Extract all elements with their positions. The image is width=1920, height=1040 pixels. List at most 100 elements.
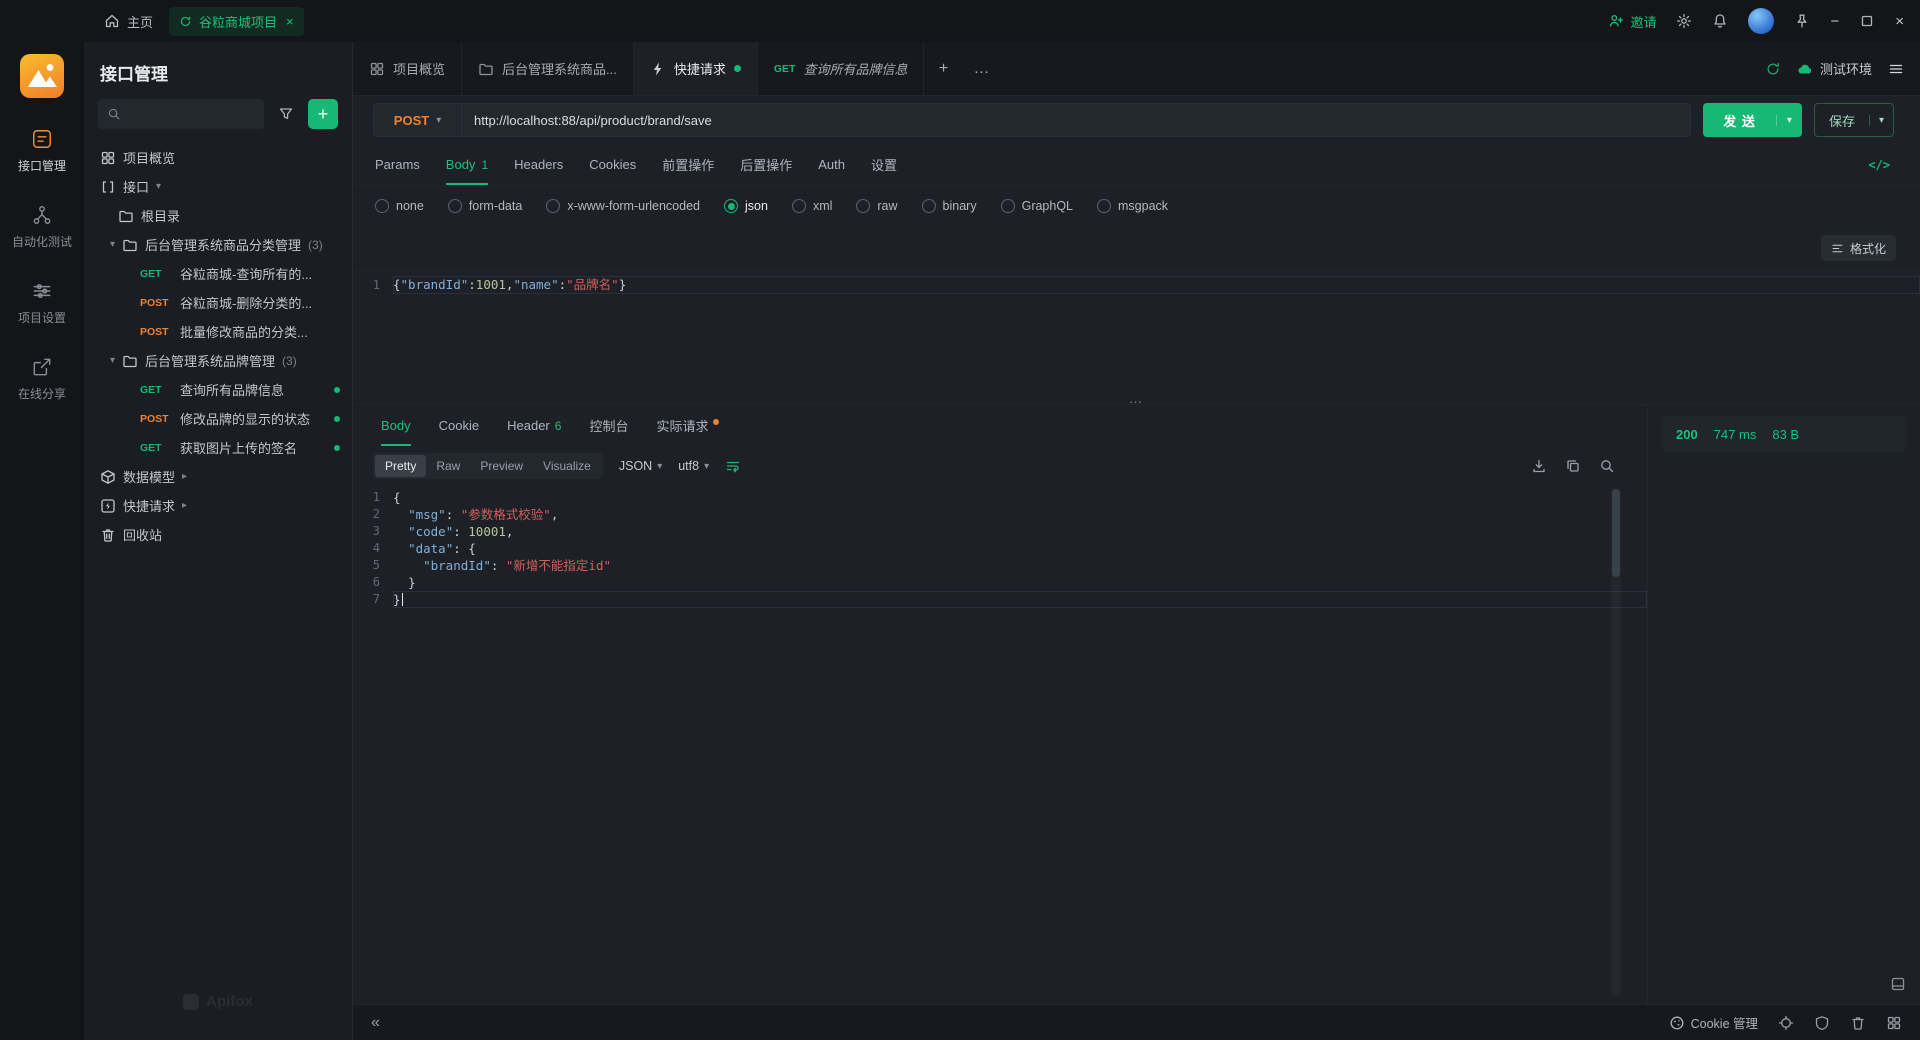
language-select[interactable]: JSON ▾ bbox=[619, 459, 662, 473]
automation-icon bbox=[31, 204, 53, 226]
bell-icon[interactable] bbox=[1712, 13, 1728, 29]
rail-item-automated-testing[interactable]: 自动化测试 bbox=[12, 204, 72, 250]
maximize-button[interactable] bbox=[1859, 13, 1875, 29]
body-type-json[interactable]: json bbox=[724, 199, 768, 213]
tree-endpoint[interactable]: POST 修改品牌的显示的状态 bbox=[84, 404, 352, 433]
rail-item-online-share[interactable]: 在线分享 bbox=[18, 356, 66, 402]
search-response-icon[interactable] bbox=[1599, 458, 1615, 474]
sidebar-item-recycle-bin[interactable]: 回收站 bbox=[84, 520, 352, 549]
search-input[interactable] bbox=[98, 99, 264, 129]
response-tab-header[interactable]: Header 6 bbox=[507, 405, 561, 446]
tab-params[interactable]: Params bbox=[375, 144, 420, 185]
invite-button[interactable]: 邀请 bbox=[1608, 12, 1656, 31]
view-mode-preview[interactable]: Preview bbox=[470, 455, 533, 477]
body-type-none[interactable]: none bbox=[375, 199, 424, 213]
body-type-form-data[interactable]: form-data bbox=[448, 199, 523, 213]
tab-auth[interactable]: Auth bbox=[818, 144, 845, 185]
apifox-logo[interactable] bbox=[20, 54, 64, 98]
scrollbar[interactable] bbox=[1611, 489, 1621, 996]
response-tab-cookie[interactable]: Cookie bbox=[439, 405, 479, 446]
tree-folder-brand-mgmt[interactable]: ▾ 后台管理系统品牌管理 (3) bbox=[84, 346, 352, 375]
body-type-raw[interactable]: raw bbox=[856, 199, 897, 213]
tree-endpoint[interactable]: POST 谷粒商城-删除分类的... bbox=[84, 288, 352, 317]
sidebar-section-api[interactable]: 接口 ▾ bbox=[84, 172, 352, 201]
gear-icon[interactable] bbox=[1676, 13, 1692, 29]
tree-endpoint[interactable]: GET 获取图片上传的签名 bbox=[84, 433, 352, 462]
scrollbar-thumb[interactable] bbox=[1612, 489, 1620, 577]
response-status: 200 747 ms 83 B bbox=[1662, 416, 1906, 452]
tab-folder-products[interactable]: 后台管理系统商品... bbox=[462, 42, 634, 95]
tab-body[interactable]: Body 1 bbox=[446, 144, 488, 185]
tree-folder-category-mgmt[interactable]: ▾ 后台管理系统商品分类管理 (3) bbox=[84, 230, 352, 259]
response-tab-body[interactable]: Body bbox=[381, 405, 411, 446]
target-icon[interactable] bbox=[1778, 1015, 1794, 1031]
body-type-urlencoded[interactable]: x-www-form-urlencoded bbox=[546, 199, 700, 213]
chevron-down-icon[interactable]: ▾ bbox=[1869, 115, 1893, 126]
sidebar-item-overview[interactable]: 项目概览 bbox=[84, 143, 352, 172]
tab-overflow-button[interactable]: … bbox=[962, 42, 1000, 95]
left-rail: 接口管理 自动化测试 项目设置 在线分享 bbox=[0, 42, 84, 1040]
tab-cookies[interactable]: Cookies bbox=[589, 144, 636, 185]
view-mode-visualize[interactable]: Visualize bbox=[533, 455, 601, 477]
body-type-binary[interactable]: binary bbox=[922, 199, 977, 213]
pin-icon[interactable] bbox=[1794, 13, 1810, 29]
titlebar-actions: 邀请 − × bbox=[1608, 8, 1920, 34]
view-mode-raw[interactable]: Raw bbox=[426, 455, 470, 477]
tab-quick-request[interactable]: 快捷请求 bbox=[634, 42, 758, 95]
split-handle[interactable]: … bbox=[353, 392, 1920, 404]
copy-icon[interactable] bbox=[1565, 458, 1581, 474]
view-mode-pretty[interactable]: Pretty bbox=[375, 455, 426, 477]
rail-item-project-settings[interactable]: 项目设置 bbox=[18, 280, 66, 326]
grid-icon[interactable] bbox=[1886, 1015, 1902, 1031]
tree-endpoint[interactable]: GET 查询所有品牌信息 bbox=[84, 375, 352, 404]
filter-button[interactable] bbox=[272, 100, 300, 128]
tree-endpoint[interactable]: POST 批量修改商品的分类... bbox=[84, 317, 352, 346]
tab-pre-operations[interactable]: 前置操作 bbox=[662, 144, 714, 185]
add-api-button[interactable]: + bbox=[308, 99, 338, 129]
minimize-button[interactable]: − bbox=[1830, 14, 1839, 29]
close-window-button[interactable]: × bbox=[1895, 14, 1904, 29]
chevron-down-icon[interactable]: ▾ bbox=[1776, 115, 1802, 126]
response-tab-console[interactable]: 控制台 bbox=[589, 405, 628, 446]
collapse-sidebar-icon[interactable]: « bbox=[371, 1014, 380, 1032]
shield-icon[interactable] bbox=[1814, 1015, 1830, 1031]
tab-project-overview[interactable]: 项目概览 bbox=[353, 42, 462, 95]
body-type-msgpack[interactable]: msgpack bbox=[1097, 199, 1168, 213]
format-button[interactable]: 格式化 bbox=[1821, 235, 1896, 261]
body-type-graphql[interactable]: GraphQL bbox=[1001, 199, 1073, 213]
close-project-tab-icon[interactable]: × bbox=[286, 15, 294, 28]
avatar[interactable] bbox=[1748, 8, 1774, 34]
apifox-window: 主页 谷粒商城项目 × 邀请 − × bbox=[0, 0, 1920, 1040]
body-type-xml[interactable]: xml bbox=[792, 199, 832, 213]
save-button[interactable]: 保存 ▾ bbox=[1814, 103, 1894, 137]
hamburger-menu-icon[interactable] bbox=[1888, 61, 1904, 77]
tree-root-folder[interactable]: 根目录 bbox=[84, 201, 352, 230]
response-tab-actual-request[interactable]: 实际请求 bbox=[656, 405, 719, 446]
response-body-viewer[interactable]: 1{2 "msg": "参数格式校验",3 "code": 10001,4 "d… bbox=[353, 489, 1647, 608]
refresh-icon[interactable] bbox=[1765, 61, 1781, 77]
sidebar-search-row: + bbox=[84, 99, 352, 143]
word-wrap-icon[interactable] bbox=[725, 458, 741, 474]
tab-post-operations[interactable]: 后置操作 bbox=[740, 144, 792, 185]
tab-settings[interactable]: 设置 bbox=[871, 144, 897, 185]
trash-icon[interactable] bbox=[1850, 1015, 1866, 1031]
generate-code-icon[interactable]: </> bbox=[1868, 158, 1890, 172]
encoding-select[interactable]: utf8 ▾ bbox=[678, 459, 709, 473]
tab-get-brand-info[interactable]: GET 查询所有品牌信息 bbox=[758, 42, 925, 95]
new-tab-button[interactable]: + bbox=[924, 42, 962, 95]
download-icon[interactable] bbox=[1531, 458, 1547, 474]
layout-toggle-icon[interactable] bbox=[1890, 976, 1906, 992]
environment-select[interactable]: 测试环境 bbox=[1797, 59, 1872, 78]
url-input[interactable] bbox=[462, 104, 1690, 136]
tab-headers[interactable]: Headers bbox=[514, 144, 563, 185]
sidebar-item-quick-requests[interactable]: 快捷请求 ▸ bbox=[84, 491, 352, 520]
project-tab[interactable]: 谷粒商城项目 × bbox=[169, 7, 304, 36]
home-tab[interactable]: 主页 bbox=[104, 12, 153, 31]
send-button[interactable]: 发 送 ▾ bbox=[1703, 103, 1802, 137]
rail-item-api-management[interactable]: 接口管理 bbox=[18, 128, 66, 174]
request-body-editor[interactable]: 1{"brandId":1001,"name":"品牌名"} bbox=[353, 270, 1920, 392]
sidebar-item-data-models[interactable]: 数据模型 ▸ bbox=[84, 462, 352, 491]
cookie-manager-button[interactable]: Cookie 管理 bbox=[1669, 1013, 1758, 1032]
tree-endpoint[interactable]: GET 谷粒商城-查询所有的... bbox=[84, 259, 352, 288]
method-select[interactable]: POST ▾ bbox=[374, 104, 462, 136]
